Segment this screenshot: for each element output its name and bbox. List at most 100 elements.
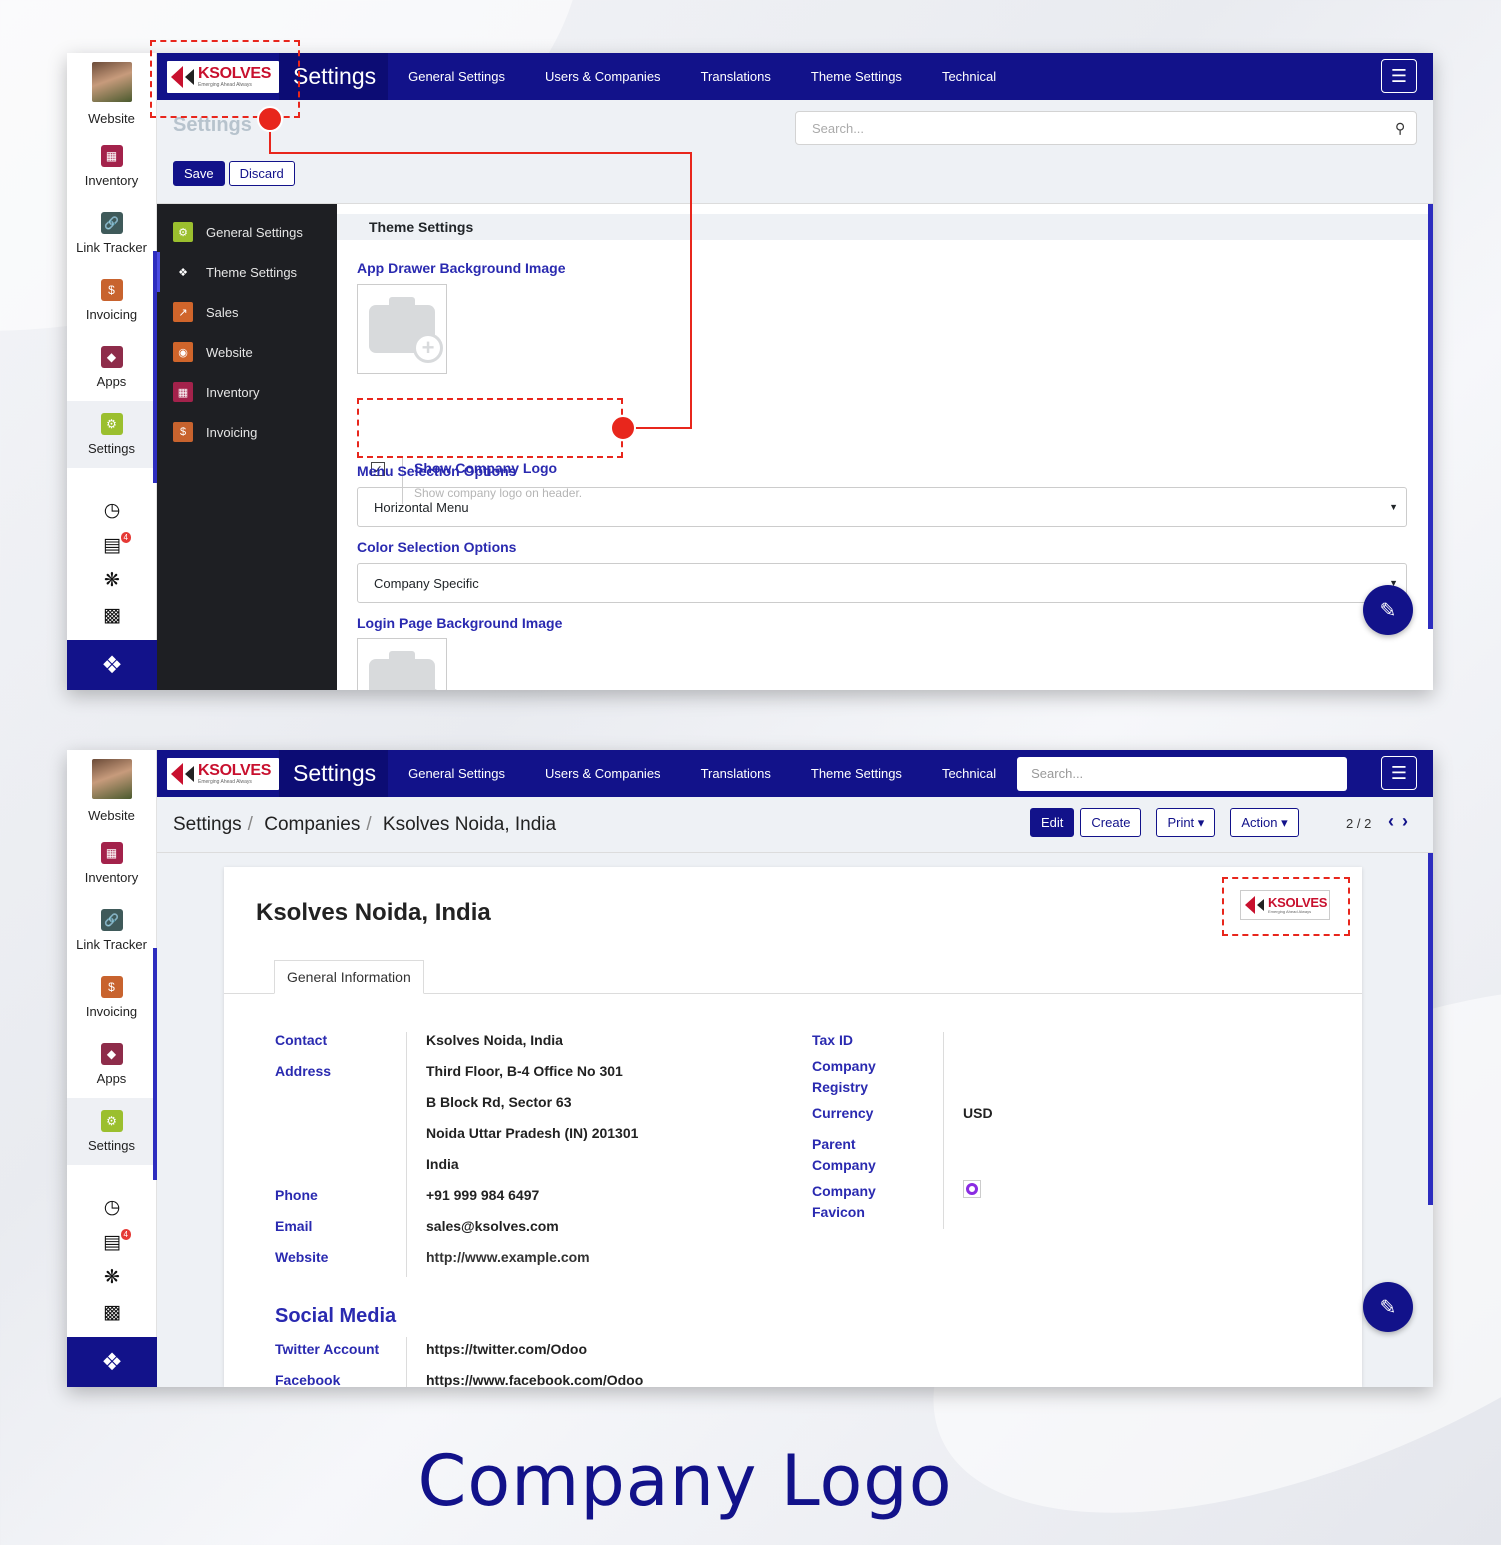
app-drawer-button[interactable]: ❖ xyxy=(67,640,157,690)
user-avatar[interactable] xyxy=(91,759,132,799)
address-line-3: Noida Uttar Pradesh (IN) 201301 xyxy=(426,1125,639,1141)
app-title[interactable]: Settings xyxy=(279,750,389,797)
nav-technical[interactable]: Technical xyxy=(922,69,1016,84)
nav-translations[interactable]: Translations xyxy=(681,69,791,84)
rail-item-invoicing[interactable]: $ Invoicing xyxy=(67,964,156,1031)
breadcrumb: Settings / Companies / Ksolves Noida, Indi… xyxy=(173,814,557,835)
pager-value: 2 / 2 xyxy=(1346,816,1372,831)
clock-icon[interactable]: ◷ xyxy=(104,493,121,528)
company-favicon-label: Company Favicon xyxy=(812,1183,876,1220)
bug-icon[interactable]: ❋ xyxy=(104,1260,120,1295)
rail-item-settings[interactable]: ⚙ Settings xyxy=(67,1098,156,1165)
nav-users-companies[interactable]: Users & Companies xyxy=(525,766,681,781)
nav-general-settings[interactable]: General Settings xyxy=(388,69,525,84)
building-icon[interactable]: ▩ xyxy=(103,598,121,633)
create-button[interactable]: Create xyxy=(1080,808,1142,837)
sidebar-item-invoicing[interactable]: $ Invoicing xyxy=(157,412,337,452)
address-line-1: Third Floor, B-4 Office No 301 xyxy=(426,1063,623,1079)
breadcrumb-settings[interactable]: Settings xyxy=(173,814,242,835)
settings-sidebar: ⚙ General Settings ❖ Theme Settings ↗ Sales… xyxy=(157,204,337,690)
discard-button[interactable]: Discard xyxy=(228,161,295,186)
rail-item-invoicing[interactable]: $ Invoicing xyxy=(67,267,156,334)
company-window: Website ▦ Inventory 🔗 Link Tracker $ Invoic… xyxy=(67,750,1433,1387)
invoice-icon: $ xyxy=(173,422,193,442)
clock-icon[interactable]: ◷ xyxy=(104,1190,121,1225)
sidebar-item-general-settings[interactable]: ⚙ General Settings xyxy=(157,212,337,252)
menu-selection-label: Menu Selection Options xyxy=(357,463,517,479)
search-icon[interactable]: ⚲ xyxy=(1395,120,1405,137)
settings-window: Website ▦ Inventory 🔗 Link Tracker $ Invoic… xyxy=(67,53,1433,690)
action-dropdown[interactable]: Action ▾ xyxy=(1230,808,1299,837)
sales-chart-icon: ↗ xyxy=(173,302,193,322)
sidebar-item-website[interactable]: ◉ Website xyxy=(157,332,337,372)
email-value[interactable]: sales@ksolves.com xyxy=(426,1216,559,1237)
navbar-search-input[interactable]: Search... xyxy=(1017,756,1348,791)
login-bg-image-upload[interactable]: + xyxy=(357,638,447,690)
building-icon[interactable]: ▩ xyxy=(103,1295,121,1330)
phone-label: Phone xyxy=(275,1187,318,1203)
scrollbar[interactable] xyxy=(1428,853,1433,1205)
gear-icon: ⚙ xyxy=(100,1110,123,1132)
save-button[interactable]: Save xyxy=(173,161,225,186)
edit-button[interactable]: Edit xyxy=(1030,808,1075,837)
currency-value[interactable]: USD xyxy=(963,1103,993,1124)
nav-technical[interactable]: Technical xyxy=(922,766,1016,781)
add-note-button[interactable]: ✎ xyxy=(1363,1282,1413,1332)
rail-item-link-tracker[interactable]: 🔗 Link Tracker xyxy=(67,200,156,267)
tax-id-label: Tax ID xyxy=(812,1032,853,1048)
website-value[interactable]: http://www.example.com xyxy=(426,1247,590,1268)
sliders-icon[interactable]: ☰ xyxy=(1381,756,1417,790)
add-note-button[interactable]: ✎ xyxy=(1363,585,1413,635)
company-logo[interactable]: KSOLVES Emerging Ahead Always xyxy=(167,757,279,790)
twitter-value[interactable]: https://twitter.com/Odoo xyxy=(426,1339,587,1360)
address-label: Address xyxy=(275,1063,332,1079)
print-dropdown[interactable]: Print ▾ xyxy=(1156,808,1216,837)
scrollbar[interactable] xyxy=(1428,204,1433,629)
sidebar-item-theme-settings[interactable]: ❖ Theme Settings xyxy=(157,252,337,292)
inventory-icon: ▦ xyxy=(100,145,123,167)
rail-item-settings[interactable]: ⚙ Settings xyxy=(67,401,156,468)
rail-item-website[interactable]: Website xyxy=(67,808,156,830)
invoice-icon: $ xyxy=(100,279,123,301)
breadcrumb-companies[interactable]: Companies xyxy=(264,814,360,835)
bug-icon[interactable]: ❋ xyxy=(104,563,120,598)
twitter-label: Twitter Account xyxy=(275,1341,380,1357)
color-selection-label: Color Selection Options xyxy=(357,539,517,555)
rail-item-inventory[interactable]: ▦ Inventory xyxy=(67,133,156,200)
app-drawer-button[interactable]: ❖ xyxy=(67,1337,157,1387)
contact-value[interactable]: Ksolves Noida, India xyxy=(426,1030,563,1051)
checkbox-highlight-box xyxy=(357,398,623,458)
rail-item-apps[interactable]: ◆ Apps xyxy=(67,1031,156,1098)
sliders-icon[interactable]: ☰ xyxy=(1381,59,1417,93)
chevron-left-icon[interactable]: ‹ xyxy=(1388,811,1402,831)
app-drawer-label: App Drawer Background Image xyxy=(357,260,566,276)
nav-general-settings[interactable]: General Settings xyxy=(388,766,525,781)
sidebar-item-inventory[interactable]: ▦ Inventory xyxy=(157,372,337,412)
social-media-title: Social Media xyxy=(275,1305,397,1327)
app-drawer-image-upload[interactable]: + xyxy=(357,284,447,374)
nav-theme-settings[interactable]: Theme Settings xyxy=(791,69,922,84)
rail-item-inventory[interactable]: ▦ Inventory xyxy=(67,830,156,897)
user-avatar[interactable] xyxy=(91,62,132,102)
menu-selection-select[interactable]: Horizontal Menu ▼ xyxy=(357,487,1407,527)
nav-theme-settings[interactable]: Theme Settings xyxy=(791,766,922,781)
nav-translations[interactable]: Translations xyxy=(681,766,791,781)
color-selection-select[interactable]: Company Specific ▼ xyxy=(357,563,1407,603)
chevron-right-icon[interactable]: › xyxy=(1402,811,1416,831)
camera-icon: + xyxy=(369,651,443,690)
nav-users-companies[interactable]: Users & Companies xyxy=(525,69,681,84)
camera-icon: + xyxy=(369,297,443,363)
chat-icon[interactable]: ▤ 4 xyxy=(103,528,131,563)
annotation-dot xyxy=(610,415,636,441)
rail-item-website[interactable]: Website xyxy=(67,111,156,133)
tab-general-information[interactable]: General Information xyxy=(274,960,424,994)
rail-item-apps[interactable]: ◆ Apps xyxy=(67,334,156,401)
contact-label: Contact xyxy=(275,1032,328,1048)
sidebar-item-sales[interactable]: ↗ Sales xyxy=(157,292,337,332)
facebook-value[interactable]: https://www.facebook.com/Odoo xyxy=(426,1370,643,1387)
chat-icon[interactable]: ▤ 4 xyxy=(103,1225,131,1260)
favicon-image[interactable] xyxy=(963,1180,981,1198)
rail-item-link-tracker[interactable]: 🔗 Link Tracker xyxy=(67,897,156,964)
gear-icon: ⚙ xyxy=(100,413,123,435)
search-input[interactable]: Search... xyxy=(795,111,1417,145)
